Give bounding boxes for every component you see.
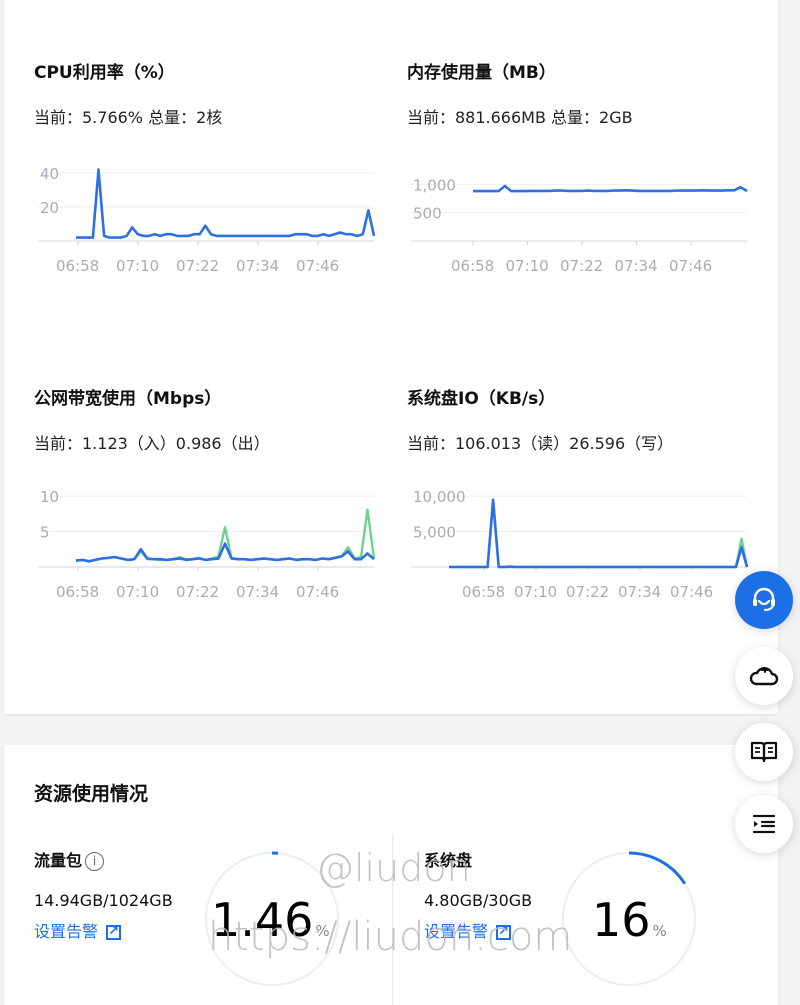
bandwidth-chart[interactable]: 5 10 06:58 07:10 07:22 07:34 07:46 <box>34 472 379 612</box>
x-tick-label: 07:46 <box>296 583 339 601</box>
x-tick-label: 07:34 <box>615 257 658 275</box>
x-tick-label: 07:10 <box>116 257 159 275</box>
memory-chart[interactable]: 500 1,000 06:58 07:10 07:22 07:34 07:46 <box>407 146 752 286</box>
x-tick-label: 06:58 <box>56 257 99 275</box>
y-tick-label: 10,000 <box>413 488 466 506</box>
link-label: 设置告警 <box>424 922 488 941</box>
x-tick-label: 07:34 <box>236 257 279 275</box>
y-tick-label: 500 <box>413 205 442 223</box>
disk-io-chart[interactable]: 5,000 10,000 06:58 07:10 07:22 07:34 07:46 <box>407 472 752 612</box>
customer-service-icon <box>749 585 779 615</box>
documentation-button[interactable] <box>735 723 793 781</box>
traffic-package-label-text: 流量包 <box>34 851 82 870</box>
disk-percent: 16% <box>592 893 667 947</box>
percent-unit: % <box>315 922 329 940</box>
y-tick-label: 5,000 <box>413 524 456 542</box>
x-tick-label: 07:10 <box>506 257 549 275</box>
resource-usage-card: 资源使用情况 流量包i 14.94GB/1024GB 设置告警 ↗ 1.46% 系… <box>4 745 778 1005</box>
chart-current-value: 当前：5.766% 总量：2核 <box>34 104 222 128</box>
link-label: 设置告警 <box>34 922 98 941</box>
traffic-package-label: 流量包i <box>34 847 104 871</box>
chart-title: 系统盘IO（KB/s） <box>407 384 555 409</box>
series-line-1 <box>76 544 374 562</box>
external-link-icon: ↗ <box>496 925 511 940</box>
outline-menu-icon <box>751 813 777 835</box>
x-tick-label: 06:58 <box>56 583 99 601</box>
disk-set-alarm-link[interactable]: 设置告警 ↗ <box>424 918 511 942</box>
external-link-icon: ↗ <box>106 925 121 940</box>
x-tick-label: 07:46 <box>669 257 712 275</box>
traffic-set-alarm-link[interactable]: 设置告警 ↗ <box>34 918 121 942</box>
chart-current-value: 当前：1.123（入）0.986（出） <box>34 430 270 454</box>
system-disk-label: 系统盘 <box>424 847 472 871</box>
x-tick-label: 07:22 <box>176 257 219 275</box>
chart-title: 内存使用量（MB） <box>407 58 556 83</box>
x-tick-label: 07:34 <box>618 583 661 601</box>
x-tick-label: 07:22 <box>176 583 219 601</box>
traffic-percent-value: 1.46 <box>211 893 313 947</box>
section-title: 资源使用情况 <box>34 779 148 806</box>
outline-menu-button[interactable] <box>735 795 793 853</box>
series-line-1 <box>449 500 747 567</box>
x-tick-label: 07:10 <box>514 583 557 601</box>
divider <box>392 835 393 1005</box>
chart-title: 公网带宽使用（Mbps） <box>34 384 221 409</box>
x-tick-label: 07:22 <box>560 257 603 275</box>
y-tick-label: 20 <box>40 199 59 217</box>
monitoring-card: CPU利用率（%） 当前：5.766% 总量：2核 20 40 06:58 07:10… <box>4 0 778 714</box>
y-tick-label: 5 <box>40 524 50 542</box>
cpu-chart[interactable]: 20 40 06:58 07:10 07:22 07:34 07:46 <box>34 146 379 286</box>
x-tick-label: 07:10 <box>116 583 159 601</box>
cloud-alert-button[interactable] <box>735 647 793 705</box>
disk-percent-value: 16 <box>592 893 651 947</box>
system-disk-value: 4.80GB/30GB <box>424 891 532 910</box>
info-icon[interactable]: i <box>85 852 104 871</box>
customer-service-button[interactable] <box>735 571 793 629</box>
x-tick-label: 06:58 <box>462 583 505 601</box>
x-tick-label: 07:34 <box>236 583 279 601</box>
series-line-1 <box>76 170 374 238</box>
traffic-package-value: 14.94GB/1024GB <box>34 891 173 910</box>
x-tick-label: 07:22 <box>566 583 609 601</box>
chart-title: CPU利用率（%） <box>34 58 175 83</box>
x-tick-label: 07:46 <box>670 583 713 601</box>
chart-current-value: 当前：881.666MB 总量：2GB <box>407 104 633 128</box>
x-tick-label: 07:46 <box>296 257 339 275</box>
y-tick-label: 10 <box>40 488 59 506</box>
series-line-2 <box>76 510 374 562</box>
cloud-alert-icon <box>748 662 780 690</box>
x-tick-label: 06:58 <box>451 257 494 275</box>
chart-current-value: 当前：106.013（读）26.596（写） <box>407 430 673 454</box>
y-tick-label: 1,000 <box>413 176 456 194</box>
percent-unit: % <box>653 922 667 940</box>
book-icon <box>749 739 779 765</box>
gauge-progress-arc <box>629 853 685 884</box>
y-tick-label: 40 <box>40 165 59 183</box>
traffic-percent: 1.46% <box>211 893 330 947</box>
series-line-1 <box>473 186 747 191</box>
